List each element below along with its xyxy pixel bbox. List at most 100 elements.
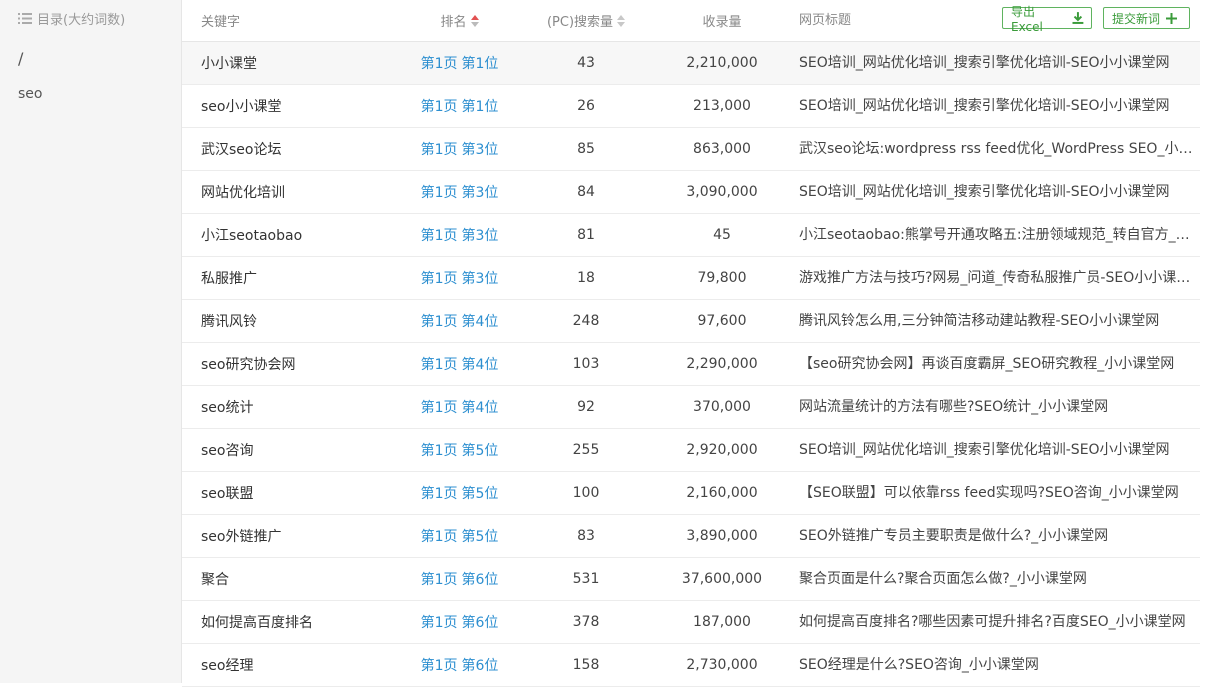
page-title-cell[interactable]: 武汉seo论坛:wordpress rss feed优化_WordPress S… [799,128,1193,170]
indexed-count-cell: 863,000 [693,141,751,157]
rank-link[interactable]: 第1页 第4位 [404,343,515,385]
rank-link[interactable]: 第1页 第3位 [404,128,515,170]
page-title-cell[interactable]: 游戏推广方法与技巧?网易_问道_传奇私服推广员-SEO小小课堂网 [799,257,1193,299]
keyword-cell: seo研究协会网 [201,357,296,373]
sidebar-header-label: 目录(大约词数) [37,12,126,28]
rank-link[interactable]: 第1页 第5位 [404,429,515,471]
rank-link[interactable]: 第1页 第5位 [404,472,515,514]
keyword-cell: seo小小课堂 [201,99,282,115]
sidebar-item-seo[interactable]: seo [0,86,181,102]
table-row: 小小课堂 第1页 第1位 43 2,210,000 SEO培训_网站优化培训_搜索引擎优化… [182,42,1200,85]
header-rank[interactable]: 排名 [404,0,515,41]
indexed-count-cell: 370,000 [693,399,751,415]
keyword-cell: seo统计 [201,400,254,416]
table-row: seo统计 第1页 第4位 92 370,000 网站流量统计的方法有哪些?SEO统计_小… [182,386,1200,429]
rank-position: 第3位 [461,228,499,244]
indexed-count-cell: 2,730,000 [686,657,758,673]
export-excel-label: 导出Excel [1011,4,1043,34]
sort-arrows-icon[interactable] [617,14,626,27]
pc-volume-cell: 26 [577,98,595,114]
indexed-count-cell: 2,210,000 [686,55,758,71]
page-title-cell[interactable]: SEO培训_网站优化培训_搜索引擎优化培训-SEO小小课堂网 [799,171,1193,213]
sidebar-header: 目录(大约词数) [0,0,181,36]
table-row: 私服推广 第1页 第3位 18 79,800 游戏推广方法与技巧?网易_问道_传奇私服推广… [182,257,1200,300]
page-title-cell[interactable]: 小江seotaobao:熊掌号开通攻略五:注册领域规范_转自官方_小小课堂网 [799,214,1193,256]
rank-link[interactable]: 第1页 第6位 [404,558,515,600]
rank-position: 第5位 [461,486,499,502]
page-title-cell[interactable]: SEO培训_网站优化培训_搜索引擎优化培训-SEO小小课堂网 [799,429,1193,471]
page-title-cell[interactable]: 【SEO联盟】可以依靠rss feed实现吗?SEO咨询_小小课堂网 [799,472,1193,514]
rank-page: 第1页 [420,486,458,502]
rank-page: 第1页 [420,99,458,115]
keyword-cell: 小江seotaobao [201,228,303,244]
indexed-count-cell: 45 [713,227,731,243]
rank-link[interactable]: 第1页 第5位 [404,515,515,557]
page-title-cell[interactable]: 如何提高百度排名?哪些因素可提升排名?百度SEO_小小课堂网 [799,601,1193,643]
rank-link[interactable]: 第1页 第3位 [404,257,515,299]
rank-link[interactable]: 第1页 第6位 [404,644,515,686]
rank-page: 第1页 [420,228,458,244]
rank-page: 第1页 [420,529,458,545]
keyword-cell: 小小课堂 [201,56,257,72]
table-row: seo小小课堂 第1页 第1位 26 213,000 SEO培训_网站优化培训_搜索引擎优… [182,85,1200,128]
pc-volume-cell: 255 [572,442,600,458]
keyword-cell: 腾讯风铃 [201,314,257,330]
page-title-cell[interactable]: SEO培训_网站优化培训_搜索引擎优化培训-SEO小小课堂网 [799,42,1193,84]
submit-new-keyword-button[interactable]: 提交新词 [1103,7,1190,29]
table-header: 关键字 排名 (PC)搜索量 收录量 网页标题 导出Excel 提交新词 [182,0,1200,42]
indexed-count-cell: 213,000 [693,98,751,114]
pc-volume-cell: 85 [577,141,595,157]
keyword-cell: seo经理 [201,658,254,674]
rank-page: 第1页 [420,185,458,201]
table-row: seo联盟 第1页 第5位 100 2,160,000 【SEO联盟】可以依靠rss fe… [182,472,1200,515]
page-title-cell[interactable]: SEO外链推广专员主要职责是做什么?_小小课堂网 [799,515,1193,557]
pc-volume-cell: 92 [577,399,595,415]
table-row: seo外链推广 第1页 第5位 83 3,890,000 SEO外链推广专员主要职责是做什… [182,515,1200,558]
page-title-cell[interactable]: 网站流量统计的方法有哪些?SEO统计_小小课堂网 [799,386,1193,428]
rank-link[interactable]: 第1页 第4位 [404,386,515,428]
indexed-count-cell: 37,600,000 [681,571,763,587]
keyword-cell: 网站优化培训 [201,185,285,201]
keyword-cell: 私服推广 [201,271,257,287]
rank-page: 第1页 [420,271,458,287]
rank-page: 第1页 [420,357,458,373]
rank-page: 第1页 [420,443,458,459]
export-excel-button[interactable]: 导出Excel [1002,5,1092,34]
rank-page: 第1页 [420,56,458,72]
rank-link[interactable]: 第1页 第1位 [404,42,515,84]
table-row: 网站优化培训 第1页 第3位 84 3,090,000 SEO培训_网站优化培训_搜索引擎… [182,171,1200,214]
rank-position: 第4位 [461,357,499,373]
rank-position: 第6位 [461,658,499,674]
page-title-cell[interactable]: 腾讯风铃怎么用,三分钟简洁移动建站教程-SEO小小课堂网 [799,300,1193,342]
rank-position: 第3位 [461,142,499,158]
list-icon [18,12,32,24]
indexed-count-cell: 2,290,000 [686,356,758,372]
rank-link[interactable]: 第1页 第3位 [404,214,515,256]
rank-page: 第1页 [420,615,458,631]
rank-link[interactable]: 第1页 第1位 [404,85,515,127]
rank-position: 第1位 [461,56,499,72]
page-title-cell[interactable]: SEO经理是什么?SEO咨询_小小课堂网 [799,644,1193,686]
sort-arrows-icon[interactable] [470,14,479,27]
header-keyword: 关键字 [201,15,241,30]
page-title-cell[interactable]: 【seo研究协会网】再谈百度霸屏_SEO研究教程_小小课堂网 [799,343,1193,385]
rank-page: 第1页 [420,314,458,330]
sidebar-item-root[interactable]: / [0,49,181,71]
rank-link[interactable]: 第1页 第4位 [404,300,515,342]
page-title-cell[interactable]: SEO培训_网站优化培训_搜索引擎优化培训-SEO小小课堂网 [799,85,1193,127]
header-pc-volume[interactable]: (PC)搜索量 [525,0,647,41]
rank-position: 第6位 [461,572,499,588]
pc-volume-cell: 81 [577,227,595,243]
page-title-cell[interactable]: 聚合页面是什么?聚合页面怎么做?_小小课堂网 [799,558,1193,600]
keyword-cell: seo咨询 [201,443,254,459]
indexed-count-cell: 3,090,000 [686,184,758,200]
table-row: seo经理 第1页 第6位 158 2,730,000 SEO经理是什么?SEO咨询_小小… [182,644,1200,687]
plus-icon [1166,12,1178,24]
pc-volume-cell: 100 [572,485,600,501]
indexed-count-cell: 2,160,000 [686,485,758,501]
table-row: seo研究协会网 第1页 第4位 103 2,290,000 【seo研究协会网】再谈百度… [182,343,1200,386]
rank-link[interactable]: 第1页 第6位 [404,601,515,643]
rank-link[interactable]: 第1页 第3位 [404,171,515,213]
keyword-table: 关键字 排名 (PC)搜索量 收录量 网页标题 导出Excel 提交新词 小小课… [182,0,1200,687]
rank-position: 第4位 [461,314,499,330]
